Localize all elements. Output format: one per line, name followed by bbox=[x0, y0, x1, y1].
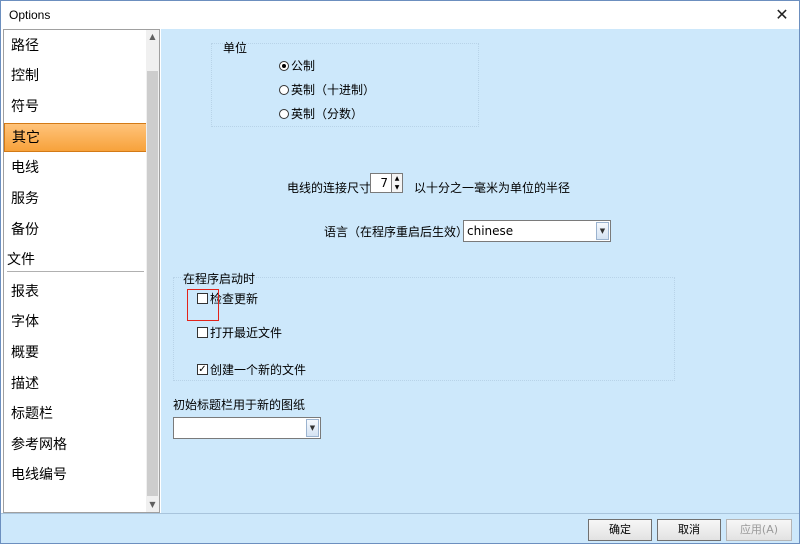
sidebar-item-reference-grid[interactable]: 参考网格 bbox=[4, 431, 149, 460]
settings-panel: 单位 公制 英制（十进制） 英制（分数） 电线的连接尺寸 7 ▲ ▼ 以十分之一… bbox=[161, 29, 799, 513]
startup-title: 在程序启动时 bbox=[183, 272, 256, 286]
chevron-down-icon[interactable]: ▼ bbox=[596, 222, 609, 240]
create-new-file-checkbox[interactable]: ✓ 创建一个新的文件 bbox=[197, 361, 306, 378]
language-value: chinese bbox=[467, 224, 514, 238]
checkbox-checked-icon: ✓ bbox=[197, 364, 208, 375]
language-label: 语言（在程序重启后生效） bbox=[324, 225, 469, 239]
scroll-down-icon[interactable]: ▼ bbox=[146, 498, 159, 512]
sidebar-item-service[interactable]: 服务 bbox=[4, 185, 149, 214]
titleblock-label: 初始标题栏用于新的图纸 bbox=[173, 398, 306, 412]
units-imperial-decimal-radio[interactable]: 英制（十进制） bbox=[279, 81, 375, 98]
scroll-up-icon[interactable]: ▲ bbox=[146, 30, 159, 44]
sidebar-item-symbol[interactable]: 符号 bbox=[4, 93, 149, 122]
sidebar-item-titleblock[interactable]: 标题栏 bbox=[4, 400, 149, 429]
language-select[interactable]: chinese ▼ bbox=[463, 220, 611, 242]
close-icon[interactable]: ✕ bbox=[771, 5, 793, 25]
cancel-button[interactable]: 取消 bbox=[657, 519, 721, 541]
title-bar: Options ✕ bbox=[1, 1, 799, 29]
units-title: 单位 bbox=[223, 41, 248, 55]
category-list: 路径 控制 符号 其它 电线 服务 备份 文件 报表 字体 概要 描述 标题栏 … bbox=[3, 29, 160, 513]
options-window: Options ✕ 路径 控制 符号 其它 电线 服务 备份 文件 报表 字体 … bbox=[0, 0, 800, 544]
apply-button[interactable]: 应用(A) bbox=[726, 519, 792, 541]
checkbox-icon bbox=[197, 327, 208, 338]
window-title: Options bbox=[9, 8, 51, 22]
sidebar-item-other[interactable]: 其它 bbox=[4, 123, 149, 152]
wire-size-stepper[interactable]: 7 ▲ ▼ bbox=[370, 173, 403, 193]
wire-size-value[interactable]: 7 bbox=[370, 173, 392, 193]
sidebar-group-file: 文件 bbox=[7, 248, 144, 272]
open-recent-checkbox[interactable]: 打开最近文件 bbox=[197, 324, 282, 341]
sidebar-item-backup[interactable]: 备份 bbox=[4, 216, 149, 245]
sidebar-item-wire-number[interactable]: 电线编号 bbox=[4, 461, 149, 490]
dialog-footer: 确定 取消 应用(A) bbox=[1, 513, 799, 543]
units-imperial-fraction-radio[interactable]: 英制（分数） bbox=[279, 105, 363, 122]
sidebar-item-report[interactable]: 报表 bbox=[4, 278, 149, 307]
sidebar-item-wire[interactable]: 电线 bbox=[4, 154, 149, 183]
sidebar-item-font[interactable]: 字体 bbox=[4, 308, 149, 337]
units-metric-radio[interactable]: 公制 bbox=[279, 57, 315, 74]
chevron-down-icon[interactable]: ▼ bbox=[306, 419, 319, 437]
radio-selected-icon bbox=[279, 60, 289, 71]
radio-icon bbox=[279, 84, 289, 95]
spinner-up-icon[interactable]: ▲ bbox=[392, 174, 402, 183]
titleblock-select[interactable]: ▼ bbox=[173, 417, 321, 439]
sidebar-item-path[interactable]: 路径 bbox=[4, 32, 149, 61]
sidebar-item-control[interactable]: 控制 bbox=[4, 62, 149, 91]
sidebar-item-description[interactable]: 描述 bbox=[4, 370, 149, 399]
wire-size-label: 电线的连接尺寸 bbox=[287, 181, 372, 195]
sidebar-scrollbar[interactable]: ▲ ▼ bbox=[146, 30, 159, 512]
scroll-thumb[interactable] bbox=[147, 71, 158, 496]
wire-size-unit: 以十分之一毫米为单位的半径 bbox=[414, 181, 571, 195]
sidebar-item-summary[interactable]: 概要 bbox=[4, 339, 149, 368]
radio-icon bbox=[279, 108, 289, 119]
ok-button[interactable]: 确定 bbox=[588, 519, 652, 541]
highlight-annotation bbox=[187, 289, 219, 321]
spinner-down-icon[interactable]: ▼ bbox=[392, 183, 402, 192]
